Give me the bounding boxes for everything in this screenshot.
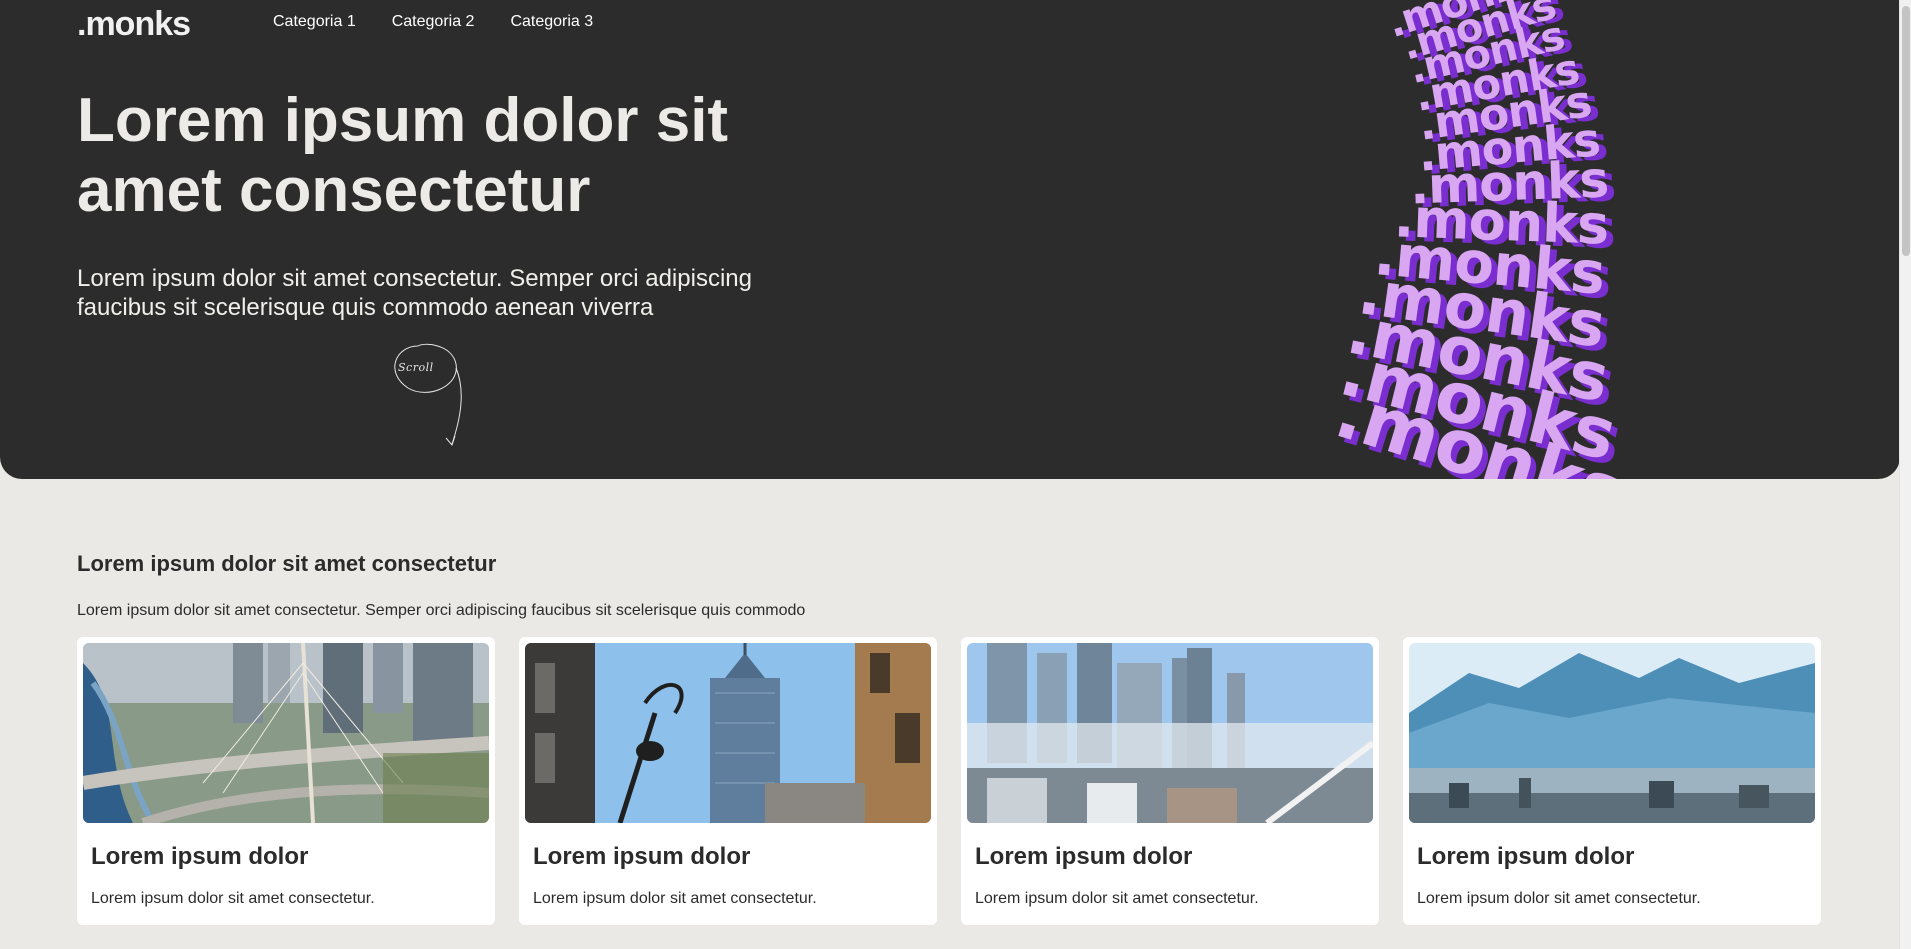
card-image-city-bridge [83,643,489,823]
card[interactable]: Lorem ipsum dolor Lorem ipsum dolor sit … [1403,637,1821,925]
card-text: Lorem ipsum dolor sit amet consectetur. [975,890,1259,907]
card-image-tower-lamp [525,643,931,823]
main-nav: Categoria 1 Categoria 2 Categoria 3 [273,12,629,32]
card[interactable]: Lorem ipsum dolor Lorem ipsum dolor sit … [77,637,495,925]
page-scrollbar[interactable] [1899,0,1911,949]
card-image-misty-skyline [967,643,1373,823]
card-title: Lorem ipsum dolor [1417,843,1635,870]
card-grid: Lorem ipsum dolor Lorem ipsum dolor sit … [77,637,1845,925]
card-text: Lorem ipsum dolor sit amet consectetur. [91,890,375,907]
card-title: Lorem ipsum dolor [975,843,1193,870]
scroll-cue[interactable]: Scroll [388,342,468,457]
scroll-arrow-icon [394,343,462,446]
monks-wave-graphic: .monks .monks .monks .monks .monks .monks .mon… [1326,0,1820,479]
section-title: Lorem ipsum dolor sit amet consectetur [77,551,497,576]
card-text: Lorem ipsum dolor sit amet consectetur. [1417,890,1701,907]
scroll-label: Scroll [398,361,434,374]
card-title: Lorem ipsum dolor [91,843,309,870]
card-image-mountain-city [1409,643,1815,823]
card-title: Lorem ipsum dolor [533,843,751,870]
nav-link-categoria-2[interactable]: Categoria 2 [392,12,475,32]
scrollbar-thumb[interactable] [1902,6,1910,256]
monks-logo[interactable]: .monks [77,4,191,44]
section-description: Lorem ipsum dolor sit amet consectetur. … [77,602,806,619]
card[interactable]: Lorem ipsum dolor Lorem ipsum dolor sit … [961,637,1379,925]
hero-section: .monks Categoria 1 Categoria 2 Categoria… [0,0,1900,479]
card-text: Lorem ipsum dolor sit amet consectetur. [533,890,817,907]
nav-link-categoria-1[interactable]: Categoria 1 [273,12,356,32]
card[interactable]: Lorem ipsum dolor Lorem ipsum dolor sit … [519,637,937,925]
nav-link-categoria-3[interactable]: Categoria 3 [510,12,593,32]
hero-subtitle: Lorem ipsum dolor sit amet consectetur. … [77,265,752,321]
hero-title: Lorem ipsum dolor sit amet consectetur [77,86,729,225]
